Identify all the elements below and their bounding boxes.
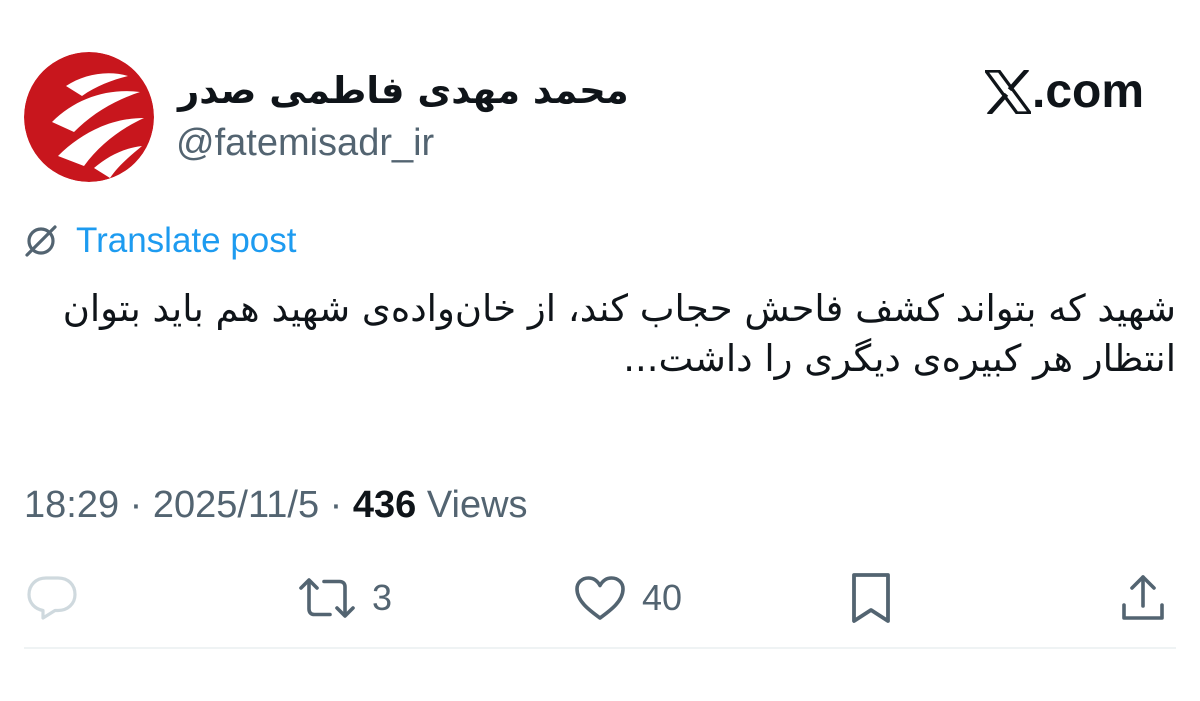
like-count: 40 [642, 577, 683, 618]
post-time[interactable]: 18:29 [24, 484, 119, 526]
display-name[interactable]: محمد مهدی فاطمی صدر [178, 62, 638, 120]
user-handle[interactable]: @fatemisadr_ir [176, 118, 434, 168]
meta-separator: · [119, 484, 153, 526]
divider [24, 647, 1176, 649]
bookmark-icon [852, 573, 890, 623]
post-date[interactable]: 2025/11/5 [153, 484, 319, 526]
like-button[interactable]: 40 [574, 570, 682, 626]
brand-text: .com [1032, 65, 1145, 118]
translate-post-label: Translate post [76, 221, 297, 260]
views-count: 436 [352, 484, 417, 526]
post-meta: 18:29 · 2025/11/5 · 436 Views [24, 480, 528, 530]
repost-button[interactable]: 3 [298, 570, 392, 626]
avatar[interactable] [24, 52, 154, 182]
post-text: شهید که بتواند کشف فاحش حجاب کند، از خان… [62, 287, 1176, 380]
meta-separator: · [319, 484, 353, 526]
reply-icon [27, 576, 77, 620]
repost-count: 3 [372, 577, 393, 618]
views-label: Views [416, 484, 528, 526]
translate-post-link[interactable]: Translate post [22, 218, 296, 264]
repost-icon [299, 578, 355, 618]
reply-button[interactable] [26, 570, 94, 626]
bookmark-button[interactable] [850, 570, 892, 626]
share-button[interactable] [1120, 570, 1166, 626]
x-logo-icon [985, 70, 1031, 114]
share-icon [1122, 575, 1164, 620]
globe-translate-icon [25, 225, 57, 257]
x-brand-logo: .com [985, 64, 1144, 120]
tasnim-logo-icon [24, 52, 154, 182]
heart-icon [575, 576, 625, 620]
